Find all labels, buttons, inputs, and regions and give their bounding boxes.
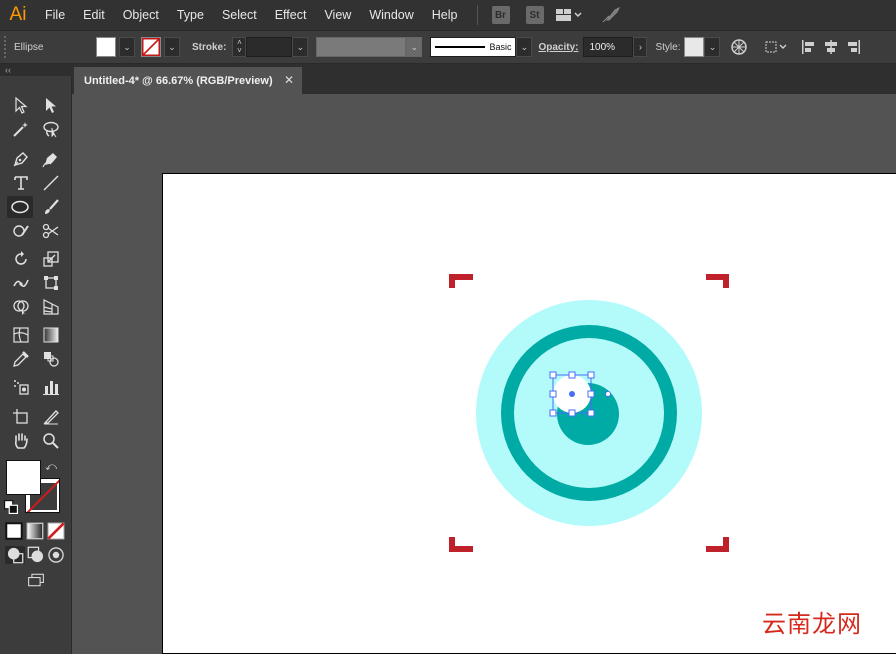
artboard[interactable]: 云南龙网 xyxy=(162,173,896,654)
gpu-rocket-icon[interactable] xyxy=(600,4,622,26)
brush-definition[interactable]: Basic xyxy=(430,37,517,57)
brush-profile-label: Basic xyxy=(489,42,512,52)
watermark-text: 云南龙网 xyxy=(762,610,862,638)
bridge-icon[interactable]: Br xyxy=(491,6,510,24)
stock-icon[interactable]: St xyxy=(525,6,544,24)
document-tab-title: Untitled-4* @ 66.67% (RGB/Preview) xyxy=(84,74,273,87)
opacity-label[interactable]: Opacity: xyxy=(538,42,578,53)
variable-width-profile[interactable] xyxy=(316,37,407,57)
draw-normal-icon[interactable] xyxy=(5,546,25,564)
artboard-tool-icon[interactable] xyxy=(8,406,34,428)
default-fill-stroke-icon[interactable] xyxy=(4,500,18,514)
menu-effect[interactable]: Effect xyxy=(266,0,316,30)
brush-dropdown[interactable]: ⌄ xyxy=(516,37,533,57)
artwork xyxy=(449,274,729,552)
color-mode-icon[interactable] xyxy=(5,522,23,540)
control-bar-grip[interactable] xyxy=(4,36,8,58)
zoom-tool-icon[interactable] xyxy=(38,430,64,452)
gradient-tool-icon[interactable] xyxy=(38,324,64,346)
draw-behind-icon[interactable] xyxy=(26,546,46,564)
lasso-tool-icon[interactable] xyxy=(38,118,64,140)
style-dropdown[interactable]: ⌄ xyxy=(704,37,721,57)
crop-mark-bottom-left xyxy=(449,537,473,552)
crop-mark-top-left xyxy=(449,274,473,288)
stroke-label: Stroke: xyxy=(192,41,227,53)
width-tool-icon[interactable] xyxy=(8,272,34,294)
app-logo: Ai xyxy=(9,4,27,25)
control-bar: Ellipse ⌄ ⌄ Stroke: ˄ ˅ ⌄ ⌄ Basic ⌄ Opaci… xyxy=(0,30,896,64)
blend-tool-icon[interactable] xyxy=(38,348,64,370)
menu-window[interactable]: Window xyxy=(360,0,422,30)
ellipse-tool-icon[interactable] xyxy=(7,196,33,218)
stroke-weight-stepper[interactable]: ˄ ˅ xyxy=(232,37,247,57)
stroke-weight-dropdown[interactable]: ⌄ xyxy=(292,37,309,57)
brush-stroke-icon xyxy=(435,46,486,48)
menu-object[interactable]: Object xyxy=(114,0,168,30)
column-graph-tool-icon[interactable] xyxy=(38,376,64,398)
close-tab-icon[interactable]: ✕ xyxy=(284,73,294,87)
opacity-dropdown[interactable]: › xyxy=(633,37,648,57)
style-label: Style: xyxy=(655,41,681,53)
magic-wand-tool-icon[interactable] xyxy=(8,118,34,140)
transform-options-icon[interactable] xyxy=(762,36,792,58)
perspective-grid-tool-icon[interactable] xyxy=(38,296,64,318)
hand-tool-icon[interactable] xyxy=(8,430,34,452)
direct-selection-tool-icon[interactable] xyxy=(38,94,64,116)
curvature-tool-icon[interactable] xyxy=(38,148,64,170)
mesh-tool-icon[interactable] xyxy=(8,324,34,346)
gradient-mode-icon[interactable] xyxy=(26,522,44,540)
menu-divider xyxy=(476,5,478,25)
recolor-artwork-icon[interactable] xyxy=(728,36,750,58)
opacity-input[interactable]: 100% xyxy=(583,37,634,57)
align-left-icon[interactable] xyxy=(798,36,820,58)
none-mode-icon[interactable] xyxy=(47,522,65,540)
type-tool-icon[interactable] xyxy=(8,172,34,194)
workspace-layout-icon[interactable] xyxy=(552,4,586,26)
menu-edit[interactable]: Edit xyxy=(74,0,114,30)
screen-mode-icon[interactable] xyxy=(23,570,49,590)
paintbrush-tool-icon[interactable] xyxy=(38,196,64,218)
document-tab-bar: Untitled-4* @ 66.67% (RGB/Preview) ✕ xyxy=(72,64,896,94)
fill-dropdown[interactable]: ⌄ xyxy=(119,37,135,57)
selection-type-label: Ellipse xyxy=(14,41,44,53)
scissors-tool-icon[interactable] xyxy=(38,220,64,242)
stroke-weight-input[interactable] xyxy=(246,37,293,57)
menu-bar: Ai File Edit Object Type Select Effect V… xyxy=(0,0,896,30)
menu-help[interactable]: Help xyxy=(423,0,467,30)
menu-view[interactable]: View xyxy=(315,0,360,30)
width-profile-dropdown[interactable]: ⌄ xyxy=(406,37,423,57)
shape-builder-tool-icon[interactable] xyxy=(8,296,34,318)
graphic-style-swatch[interactable] xyxy=(684,37,705,57)
fill-color-box[interactable] xyxy=(6,460,41,495)
selection-tool-icon[interactable] xyxy=(8,94,34,116)
toolbox-collapse-header[interactable]: ‹‹ xyxy=(0,64,72,76)
rotate-tool-icon[interactable] xyxy=(8,248,34,270)
crop-mark-top-right xyxy=(706,274,729,288)
align-horizontal-center-icon[interactable] xyxy=(820,36,842,58)
document-tab[interactable]: Untitled-4* @ 66.67% (RGB/Preview) ✕ xyxy=(74,67,302,94)
stroke-dropdown[interactable]: ⌄ xyxy=(164,37,180,57)
eyedropper-tool-icon[interactable] xyxy=(8,348,34,370)
draw-inside-icon[interactable] xyxy=(46,546,66,564)
crop-mark-bottom-right xyxy=(706,537,729,552)
canvas-area[interactable]: 云南龙网 xyxy=(72,94,896,654)
symbol-sprayer-tool-icon[interactable] xyxy=(8,376,34,398)
stroke-swatch[interactable] xyxy=(141,37,161,57)
tools-panel: ⤺ xyxy=(0,76,72,654)
scale-tool-icon[interactable] xyxy=(38,248,64,270)
menu-type[interactable]: Type xyxy=(168,0,213,30)
pen-tool-icon[interactable] xyxy=(8,148,34,170)
selection-center-point xyxy=(569,391,575,397)
line-segment-tool-icon[interactable] xyxy=(38,172,64,194)
menu-select[interactable]: Select xyxy=(213,0,266,30)
shaper-tool-icon[interactable] xyxy=(8,220,34,242)
fill-swatch[interactable] xyxy=(96,37,116,57)
slice-tool-icon[interactable] xyxy=(38,406,64,428)
align-right-icon[interactable] xyxy=(842,36,864,58)
free-transform-tool-icon[interactable] xyxy=(38,272,64,294)
menu-file[interactable]: File xyxy=(36,0,74,30)
swap-fill-stroke-icon[interactable]: ⤺ xyxy=(44,460,58,474)
